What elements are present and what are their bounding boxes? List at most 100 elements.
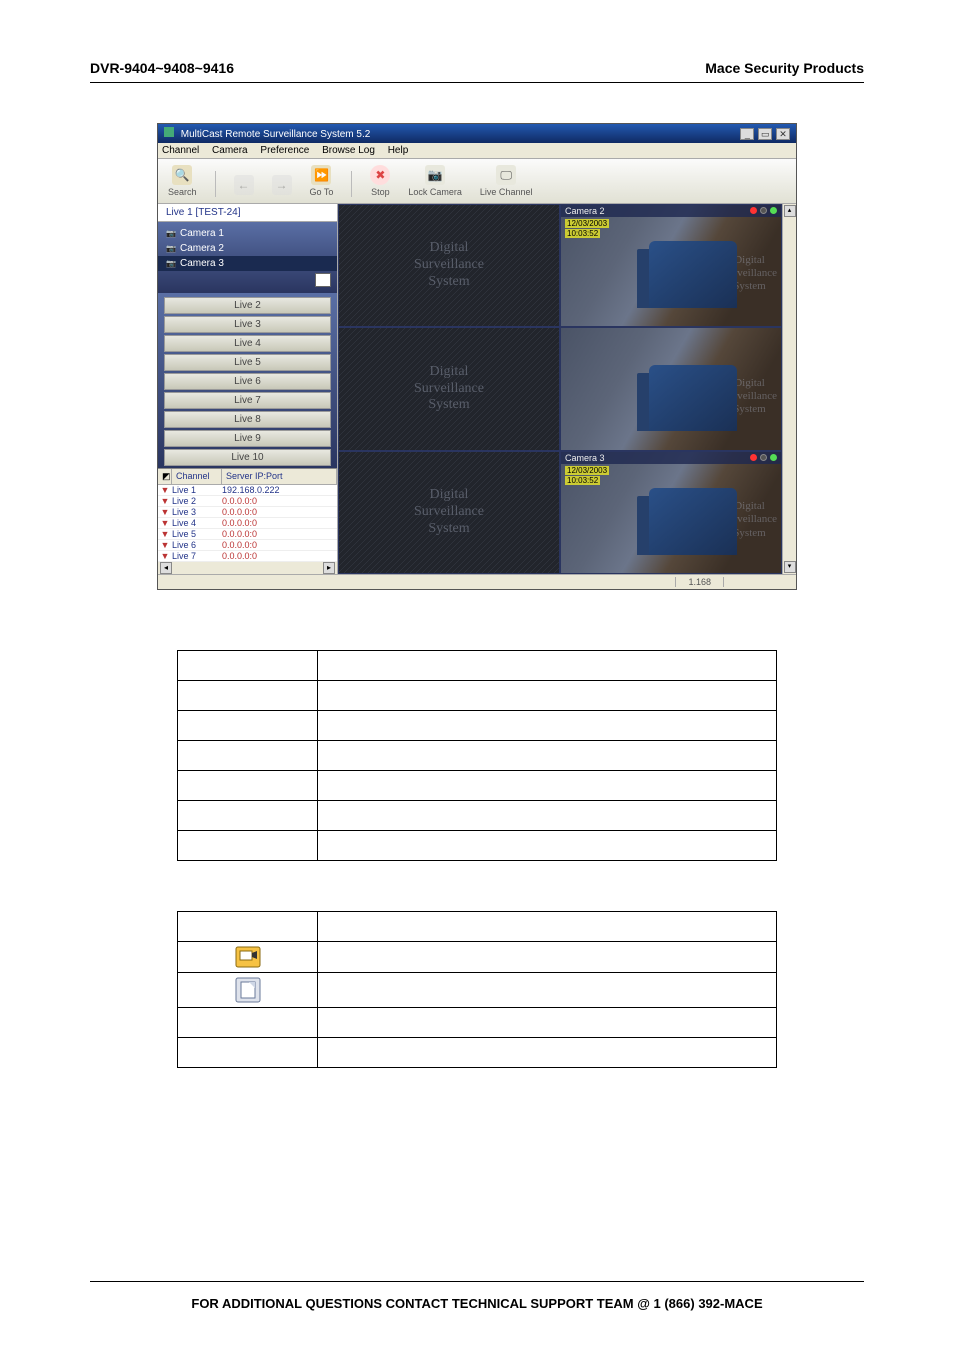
data-table-1 <box>177 650 777 861</box>
menu-help[interactable]: Help <box>388 145 409 156</box>
table-row <box>178 1038 777 1068</box>
statusbar: 1.168 <box>158 574 796 589</box>
app-title: MultiCast Remote Surveillance System 5.2 <box>181 129 371 140</box>
menu-camera[interactable]: Camera <box>212 145 248 156</box>
watermark: Digital Surveillance System <box>722 500 777 540</box>
live-list: Live 2 Live 3 Live 4 Live 5 Live 6 Live … <box>158 293 337 468</box>
table-row[interactable]: ▼Live 30.0.0.0:0 <box>158 507 337 518</box>
title-left: MultiCast Remote Surveillance System 5.2 <box>164 127 370 140</box>
watermark: Digital Surveillance System <box>722 254 777 294</box>
record-dot-icon <box>750 454 757 461</box>
cell <box>178 1038 318 1068</box>
table-row[interactable]: ▼Live 50.0.0.0:0 <box>158 529 337 540</box>
col-icon[interactable]: ◩ <box>158 469 172 484</box>
page-footer: FOR ADDITIONAL QUESTIONS CONTACT TECHNIC… <box>90 1281 864 1311</box>
table-row[interactable]: ▼Live 20.0.0.0:0 <box>158 496 337 507</box>
tab-live1[interactable]: Live 1 [TEST-24] <box>158 204 337 222</box>
tree-camera-3[interactable]: Camera 3 <box>158 256 337 271</box>
live-channel-button[interactable]: 🖵 Live Channel <box>480 165 533 197</box>
watermark: Digital Surveillance System <box>414 364 484 414</box>
video-cell-2[interactable]: Camera 2 12/03/2003 10:03:52 Digital Sur… <box>560 204 782 327</box>
tree-camera-2[interactable]: Camera 2 <box>158 241 337 256</box>
scroll-down-icon[interactable]: ▾ <box>784 561 796 573</box>
date-stamp: 12/03/2003 <box>565 219 609 228</box>
table-row[interactable]: ▼Live 70.0.0.0:0 <box>158 551 337 562</box>
tree-camera-1[interactable]: Camera 1 <box>158 226 337 241</box>
forward-button[interactable]: → <box>272 175 292 197</box>
live-item[interactable]: Live 7 <box>164 392 331 409</box>
close-button[interactable]: ✕ <box>776 128 790 140</box>
left-panel: Live 1 [TEST-24] Camera 1 Camera 2 Camer… <box>158 204 338 574</box>
document-icon <box>235 977 261 1003</box>
screen-icon: 🖵 <box>496 165 516 185</box>
channel-table: ◩ Channel Server IP:Port ▼Live 1192.168.… <box>158 468 337 574</box>
camera-icon: 📷 <box>425 165 445 185</box>
col-channel[interactable]: Channel <box>172 469 222 484</box>
cell <box>178 912 318 942</box>
h-scrollbar[interactable]: ◂▸ <box>158 562 337 574</box>
camera-name: Camera 2 <box>565 206 605 216</box>
cell <box>318 1008 777 1038</box>
titlebar: MultiCast Remote Surveillance System 5.2… <box>158 124 796 143</box>
goto-button[interactable]: ⏩ Go To <box>310 165 334 197</box>
live-item[interactable]: Live 2 <box>164 297 331 314</box>
toolbar-separator <box>351 171 352 197</box>
live-item[interactable]: Live 8 <box>164 411 331 428</box>
cell <box>178 771 318 801</box>
status-empty <box>730 577 790 587</box>
video-cell-1[interactable]: Digital Surveillance System <box>338 204 560 327</box>
status-value: 1.168 <box>675 577 724 587</box>
arrow-left-icon: ← <box>234 175 254 195</box>
data-table-2 <box>177 911 777 1068</box>
goto-icon: ⏩ <box>311 165 331 185</box>
maximize-button[interactable]: ▭ <box>758 128 772 140</box>
table-row <box>178 942 777 973</box>
live-item[interactable]: Live 10 <box>164 449 331 466</box>
video-cell-5[interactable]: Digital Surveillance System <box>338 451 560 574</box>
menu-preference[interactable]: Preference <box>260 145 309 156</box>
table-row[interactable]: ▼Live 1192.168.0.222 <box>158 485 337 496</box>
header-left: DVR-9404~9408~9416 <box>90 60 234 76</box>
stop-button[interactable]: ✖ Stop <box>370 165 390 197</box>
cell <box>178 711 318 741</box>
live-item[interactable]: Live 6 <box>164 373 331 390</box>
table-row[interactable]: ▼Live 40.0.0.0:0 <box>158 518 337 529</box>
cell <box>318 912 777 942</box>
active-dot-icon <box>770 207 777 214</box>
video-cell-6[interactable]: Camera 3 12/03/2003 10:03:52 Digital Sur… <box>560 451 782 574</box>
search-button[interactable]: 🔍 Search <box>168 165 197 197</box>
menu-channel[interactable]: Channel <box>162 145 199 156</box>
table-row <box>178 741 777 771</box>
icon-cell <box>178 942 318 973</box>
v-scrollbar[interactable]: ▴ ▾ <box>782 204 796 574</box>
app-body: Live 1 [TEST-24] Camera 1 Camera 2 Camer… <box>158 204 796 574</box>
search-icon: 🔍 <box>172 165 192 185</box>
camera-app-icon <box>235 946 261 968</box>
status-dots <box>747 453 777 463</box>
window-controls: _ ▭ ✕ <box>739 128 790 140</box>
live-item[interactable]: Live 5 <box>164 354 331 371</box>
table-row[interactable]: ▼Live 60.0.0.0:0 <box>158 540 337 551</box>
cell <box>318 651 777 681</box>
col-server[interactable]: Server IP:Port <box>222 469 337 484</box>
cell <box>178 801 318 831</box>
lock-camera-button[interactable]: 📷 Lock Camera <box>408 165 462 197</box>
live-item[interactable]: Live 9 <box>164 430 331 447</box>
back-button[interactable]: ← <box>234 175 254 197</box>
table-row <box>178 912 777 942</box>
cell <box>318 801 777 831</box>
video-cell-4[interactable]: Digital Surveillance System <box>560 327 782 450</box>
live-item[interactable]: Live 3 <box>164 316 331 333</box>
cell <box>318 711 777 741</box>
watermark: Digital Surveillance System <box>414 487 484 537</box>
table-row <box>178 973 777 1008</box>
menu-browselog[interactable]: Browse Log <box>322 145 375 156</box>
cell <box>178 831 318 861</box>
minimize-button[interactable]: _ <box>740 128 754 140</box>
video-cell-3[interactable]: Digital Surveillance System <box>338 327 560 450</box>
channel-header: ◩ Channel Server IP:Port <box>158 469 337 485</box>
cell <box>318 831 777 861</box>
scroll-up-icon[interactable]: ▴ <box>784 205 796 217</box>
tree-expand-button[interactable]: ▾ <box>158 271 337 289</box>
live-item[interactable]: Live 4 <box>164 335 331 352</box>
